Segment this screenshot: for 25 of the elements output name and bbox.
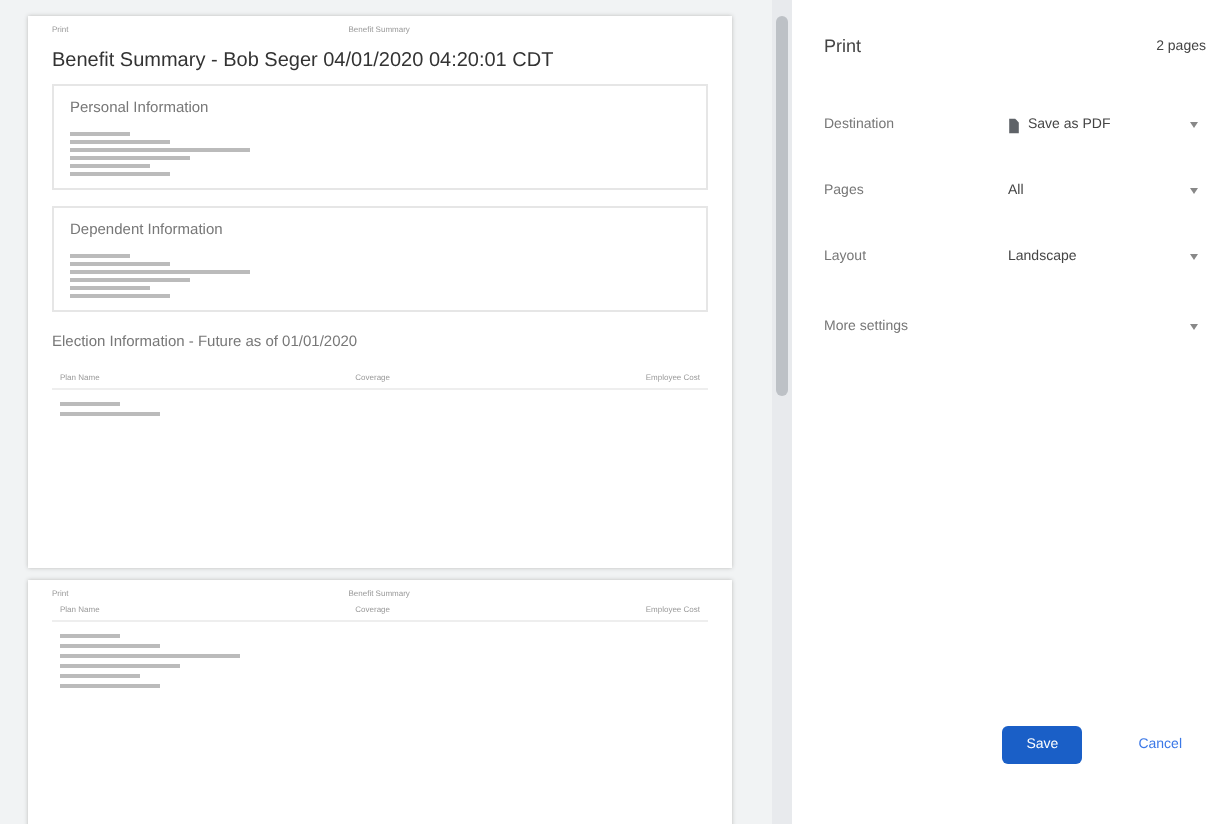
blurred-text-line [70,156,190,160]
caret-icon [1190,254,1198,260]
document-title: Benefit Summary - Bob Seger 04/01/2020 04:20:01 CDT [52,50,556,72]
caret-icon [1190,188,1198,194]
blurred-text-line [60,402,120,406]
blurred-text-line [70,132,130,136]
blurred-text-line [60,674,140,678]
dialog-title: Print [824,36,862,56]
chevron-icon [1190,323,1198,329]
blurred-text-line [70,286,150,290]
blurred-text-line [70,262,170,266]
scrollbar-thumb[interactable] [776,16,788,396]
blurred-text-line [70,164,150,168]
blurred-text-line [70,278,190,282]
blurred-text-line [70,254,130,258]
blurred-text-line [60,684,160,688]
blurred-text-line [60,412,160,416]
blurred-text-line [60,644,160,648]
blurred-text-line [60,634,120,638]
blurred-text-line [70,140,170,144]
caret-icon [1190,122,1198,128]
blurred-text-line [60,664,180,668]
blurred-text-line [70,294,170,298]
blurred-text-line [70,172,170,176]
document-icon [1008,117,1020,133]
